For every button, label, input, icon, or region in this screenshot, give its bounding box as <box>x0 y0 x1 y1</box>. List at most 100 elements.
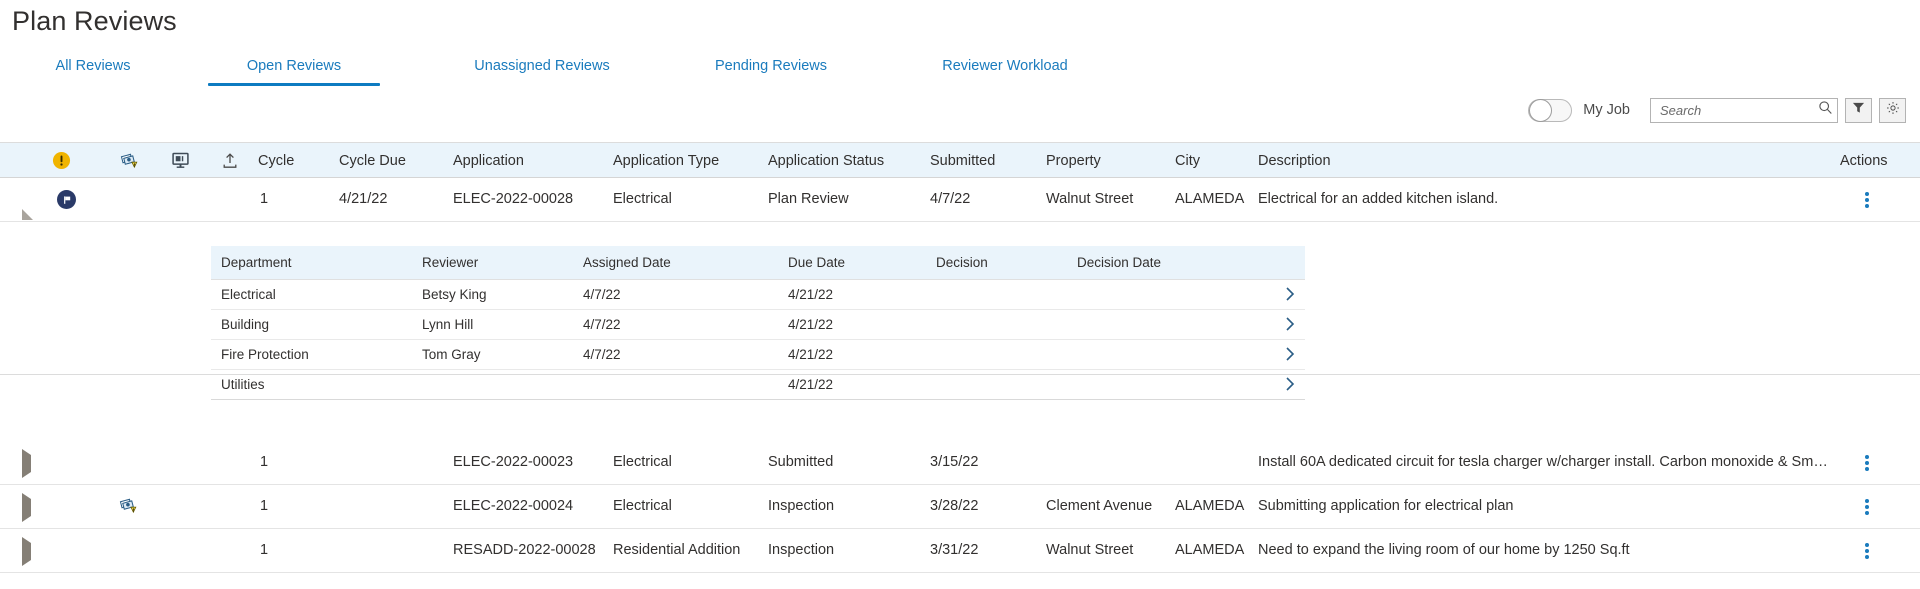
search-icon <box>1818 100 1833 120</box>
tab-bar: All Reviews Open Reviews Unassigned Revi… <box>0 56 1920 90</box>
subcolumn-header-department[interactable]: Department <box>221 255 292 270</box>
column-header-actions: Actions <box>1840 153 1888 169</box>
cell-submitted: 4/7/22 <box>930 191 970 207</box>
subcolumn-header-decision-date[interactable]: Decision Date <box>1077 255 1161 270</box>
subcell-department: Electrical <box>221 287 276 302</box>
table-toolbar: My Job <box>1528 96 1906 124</box>
filter-button[interactable] <box>1845 98 1872 123</box>
chevron-right-icon[interactable] <box>1283 284 1297 309</box>
tab-active-indicator <box>208 83 380 86</box>
cell-submitted: 3/31/22 <box>930 542 978 558</box>
subcolumn-header-due-date[interactable]: Due Date <box>788 255 845 270</box>
tab-label: Unassigned Reviews <box>474 58 609 74</box>
subcolumn-header-decision[interactable]: Decision <box>936 255 988 270</box>
column-header-city[interactable]: City <box>1175 153 1200 169</box>
tab-open-reviews[interactable]: Open Reviews <box>208 56 380 90</box>
cell-city: ALAMEDA <box>1175 498 1244 514</box>
column-header-cycle-due[interactable]: Cycle Due <box>339 153 406 169</box>
cell-city: ALAMEDA <box>1175 191 1244 207</box>
plans-warning-icon[interactable] <box>118 496 139 521</box>
column-header-application-type[interactable]: Application Type <box>613 153 719 169</box>
cell-application: ELEC-2022-00023 <box>453 454 573 470</box>
subcell-due-date: 4/21/22 <box>788 377 833 392</box>
row-actions-menu[interactable] <box>1858 497 1876 517</box>
tab-label: Pending Reviews <box>715 58 827 74</box>
tab-all-reviews[interactable]: All Reviews <box>38 56 148 90</box>
cell-application-status: Plan Review <box>768 191 849 207</box>
row-expander-expanded[interactable] <box>22 192 36 206</box>
cell-cycle: 1 <box>260 542 268 558</box>
row-expander-collapsed[interactable] <box>22 455 36 469</box>
filter-funnel-icon <box>1852 101 1865 119</box>
table-row[interactable]: 1 ELEC-2022-00024 Electrical Inspection … <box>0 485 1920 529</box>
subcell-due-date: 4/21/22 <box>788 287 833 302</box>
cell-submitted: 3/15/22 <box>930 454 978 470</box>
chevron-right-icon[interactable] <box>1283 374 1297 399</box>
subtable-row[interactable]: Building Lynn Hill 4/7/22 4/21/22 <box>211 310 1305 340</box>
cell-description: Install 60A dedicated circuit for tesla … <box>1258 454 1828 470</box>
subcell-due-date: 4/21/22 <box>788 317 833 332</box>
subcell-reviewer: Betsy King <box>422 287 487 302</box>
tab-unassigned-reviews[interactable]: Unassigned Reviews <box>463 56 621 90</box>
column-header-application[interactable]: Application <box>453 153 524 169</box>
column-header-description[interactable]: Description <box>1258 153 1331 169</box>
cell-cycle-due: 4/21/22 <box>339 191 387 207</box>
column-header-submitted[interactable]: Submitted <box>930 153 995 169</box>
cell-application-type: Residential Addition <box>613 542 740 558</box>
row-actions-menu[interactable] <box>1858 190 1876 210</box>
cell-application-type: Electrical <box>613 498 672 514</box>
column-header-cycle[interactable]: Cycle <box>258 153 294 169</box>
tab-pending-reviews[interactable]: Pending Reviews <box>705 56 837 90</box>
row-actions-menu[interactable] <box>1858 453 1876 473</box>
cell-submitted: 3/28/22 <box>930 498 978 514</box>
monitor-icon[interactable] <box>171 151 190 175</box>
page-title: Plan Reviews <box>12 6 177 37</box>
plans-warning-icon[interactable] <box>119 151 140 176</box>
cell-application-type: Electrical <box>613 191 672 207</box>
cell-property: Walnut Street <box>1046 542 1133 558</box>
row-expander-collapsed[interactable] <box>22 499 36 513</box>
table-row[interactable]: 1 4/21/22 ELEC-2022-00028 Electrical Pla… <box>0 178 1920 222</box>
search-box[interactable] <box>1650 98 1838 123</box>
table-row[interactable]: 1 RESADD-2022-00028 Residential Addition… <box>0 529 1920 573</box>
tab-label: Reviewer Workload <box>942 58 1067 74</box>
my-job-label: My Job <box>1583 102 1630 118</box>
cell-property: Walnut Street <box>1046 191 1133 207</box>
subcell-department: Building <box>221 317 269 332</box>
search-input[interactable] <box>1658 102 1818 119</box>
cell-application: ELEC-2022-00028 <box>453 191 573 207</box>
subtable-row[interactable]: Electrical Betsy King 4/7/22 4/21/22 <box>211 280 1305 310</box>
column-header-property[interactable]: Property <box>1046 153 1101 169</box>
cell-application-status: Inspection <box>768 498 834 514</box>
tab-label: All Reviews <box>56 58 131 74</box>
plan-reviews-page: Plan Reviews All Reviews Open Reviews Un… <box>0 0 1920 589</box>
cell-property: Clement Avenue <box>1046 498 1152 514</box>
subcell-department: Utilities <box>221 377 265 392</box>
cell-cycle: 1 <box>260 454 268 470</box>
cell-application-status: Submitted <box>768 454 833 470</box>
toggle-knob <box>1529 99 1552 122</box>
cell-description: Electrical for an added kitchen island. <box>1258 191 1818 207</box>
subcolumn-header-reviewer[interactable]: Reviewer <box>422 255 478 270</box>
column-header-application-status[interactable]: Application Status <box>768 153 884 169</box>
chevron-right-icon[interactable] <box>1283 314 1297 339</box>
cell-city: ALAMEDA <box>1175 542 1244 558</box>
subcolumn-header-assigned-date[interactable]: Assigned Date <box>583 255 671 270</box>
subcell-assigned-date: 4/7/22 <box>583 287 621 302</box>
cell-application: ELEC-2022-00024 <box>453 498 573 514</box>
cell-cycle: 1 <box>260 191 268 207</box>
flag-icon[interactable] <box>57 190 76 209</box>
upload-icon[interactable] <box>221 152 239 175</box>
table-row[interactable]: 1 ELEC-2022-00023 Electrical Submitted 3… <box>0 441 1920 485</box>
alert-icon[interactable] <box>52 151 71 175</box>
table-header-row: Cycle Cycle Due Application Application … <box>0 142 1920 178</box>
my-job-toggle[interactable] <box>1528 99 1572 122</box>
row-expander-collapsed[interactable] <box>22 543 36 557</box>
row-actions-menu[interactable] <box>1858 541 1876 561</box>
subcell-assigned-date: 4/7/22 <box>583 317 621 332</box>
settings-button[interactable] <box>1879 98 1906 123</box>
cell-application-status: Inspection <box>768 542 834 558</box>
subtable-bottom-divider <box>0 356 1920 375</box>
tab-reviewer-workload[interactable]: Reviewer Workload <box>930 56 1080 90</box>
subtable-header-row: Department Reviewer Assigned Date Due Da… <box>211 246 1305 280</box>
